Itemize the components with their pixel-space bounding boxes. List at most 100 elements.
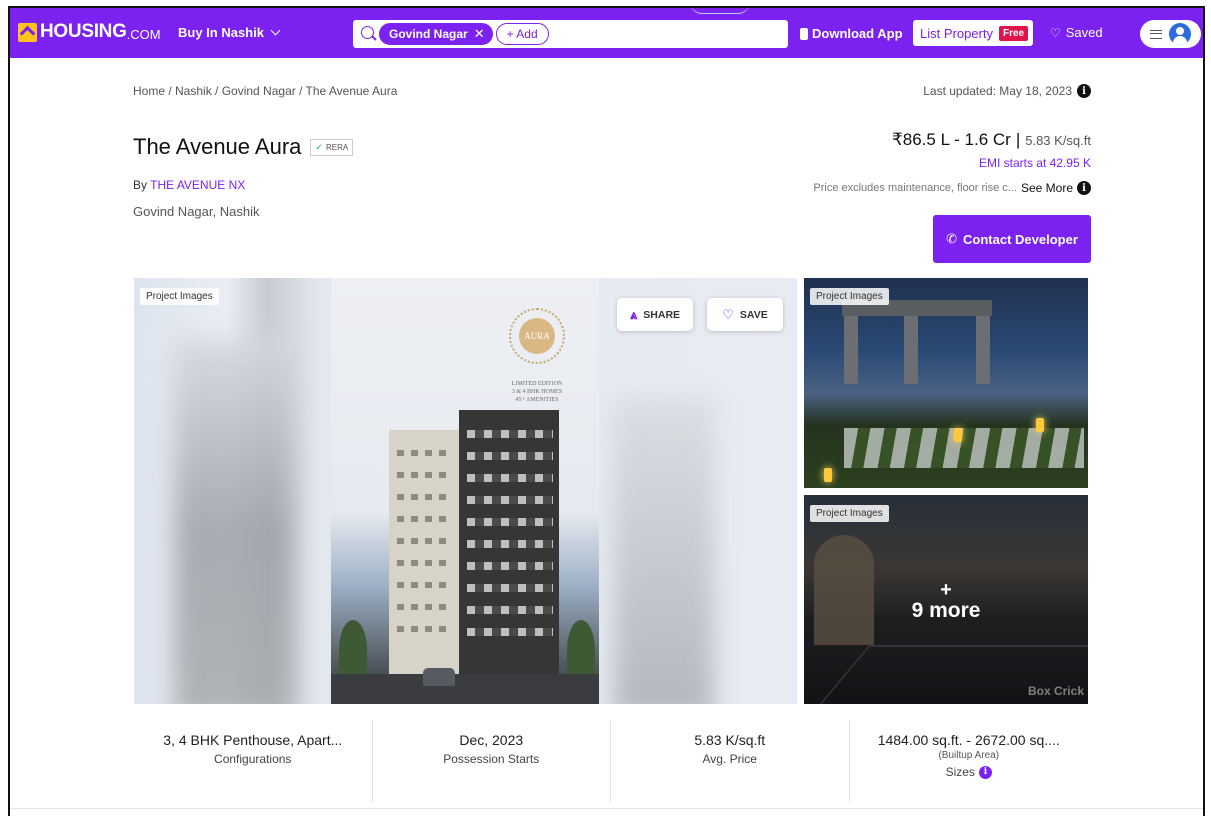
poster-line: LIMITED EDITION <box>511 381 563 387</box>
share-button[interactable]: ⩓ SHARE <box>617 298 693 331</box>
info-icon[interactable]: i <box>1077 84 1091 98</box>
heart-icon: ♡ <box>722 306 734 322</box>
aura-emblem-text: AURA <box>519 318 555 354</box>
blurred-background <box>174 338 294 704</box>
tree <box>339 620 367 680</box>
stat-label: Avg. Price <box>702 752 757 766</box>
lamp <box>954 428 962 442</box>
stat-sizes: 1484.00 sq.ft. - 2672.00 sq.... (Builtup… <box>850 720 1089 802</box>
last-updated-text: Last updated: May 18, 2023 <box>923 84 1072 98</box>
download-app-label: Download App <box>812 26 903 41</box>
image-watermark: Box Crick <box>1027 684 1084 698</box>
project-poster-image: AURA LIMITED EDITION 3 & 4 BHK HOMES 45+… <box>331 278 599 704</box>
pillar <box>904 316 918 384</box>
menu-icon <box>1150 29 1162 39</box>
rera-label: RERA <box>325 142 349 152</box>
top-navbar: HOUSING .COM Buy In Nashik Govind Nagar … <box>10 8 1203 58</box>
stat-label-row: Sizes i <box>850 765 1089 779</box>
price-separator: | <box>1015 130 1021 149</box>
aura-emblem: AURA <box>509 308 565 364</box>
by-prefix: By <box>133 178 148 192</box>
chevron-down-icon <box>270 25 281 36</box>
price-excludes-text: Price excludes maintenance, floor rise c… <box>813 182 1017 194</box>
project-title: The Avenue Aura <box>133 134 302 159</box>
info-icon[interactable]: i <box>1077 181 1091 195</box>
logo-text: HOUSING <box>40 21 127 42</box>
poster-line: 3 & 4 BHK HOMES <box>511 389 563 396</box>
developer-link[interactable]: THE AVENUE NX <box>150 178 245 192</box>
lamp <box>1036 418 1044 432</box>
blurred-background <box>614 398 714 704</box>
download-app-link[interactable]: Download App <box>800 26 903 41</box>
see-more-link[interactable]: See More <box>1021 181 1073 195</box>
locality-chip-label: Govind Nagar <box>389 27 468 41</box>
emi-link[interactable]: EMI starts at 42.95 K <box>979 156 1091 170</box>
rera-badge[interactable]: ✓ RERA <box>310 138 354 156</box>
save-label: SAVE <box>739 308 768 321</box>
stat-configurations: 3, 4 BHK Penthouse, Apart... Configurati… <box>134 720 373 802</box>
project-title-row: The Avenue Aura ✓ RERA <box>133 134 354 160</box>
city-label: Buy In Nashik <box>178 25 264 40</box>
list-property-button[interactable]: List Property Free <box>913 20 1034 46</box>
check-icon: ✓ <box>315 141 323 152</box>
last-updated: Last updated: May 18, 2023 i <box>923 84 1091 98</box>
heart-icon: ♡ <box>1050 25 1061 40</box>
saved-label: Saved <box>1065 25 1103 40</box>
stat-value: Dec, 2023 <box>459 732 524 748</box>
divider <box>10 808 1203 809</box>
pillar <box>976 316 990 384</box>
project-images-tag: Project Images <box>140 288 219 305</box>
stat-avg-price: 5.83 K/sq.ft Avg. Price <box>611 720 850 802</box>
project-images-tag: Project Images <box>810 505 889 522</box>
developer-byline: By THE AVENUE NX <box>133 178 245 192</box>
house-logo-icon <box>18 22 37 42</box>
user-avatar-icon <box>1169 23 1191 45</box>
garden-steps <box>844 428 1084 468</box>
project-stats: 3, 4 BHK Penthouse, Apart... Configurati… <box>134 720 1088 802</box>
contact-developer-button[interactable]: ✆ Contact Developer <box>933 215 1091 263</box>
project-locality: Govind Nagar, Nashik <box>133 204 260 219</box>
city-selector[interactable]: Buy In Nashik <box>178 25 281 40</box>
more-images-thumbnail[interactable]: Project Images + 9 more Box Crick <box>804 495 1088 704</box>
list-property-label: List Property <box>920 25 993 41</box>
contact-developer-label: Contact Developer <box>963 231 1078 247</box>
search-icon <box>361 26 377 42</box>
stat-label: Configurations <box>214 752 292 766</box>
poster-tagline: LIMITED EDITION 3 & 4 BHK HOMES 45+ AMEN… <box>491 380 583 404</box>
phone-call-icon: ✆ <box>946 231 958 246</box>
price-per-sqft: 5.83 K/sq.ft <box>1025 133 1091 148</box>
main-gallery-image[interactable]: AURA LIMITED EDITION 3 & 4 BHK HOMES 45+… <box>134 278 797 704</box>
gallery-thumbnail[interactable]: Project Images <box>804 278 1088 488</box>
stat-value: 5.83 K/sq.ft <box>694 732 766 748</box>
search-bar[interactable]: Govind Nagar ✕ + Add <box>353 20 788 48</box>
info-icon[interactable]: i <box>978 765 992 779</box>
project-images-tag: Project Images <box>810 288 889 305</box>
share-icon: ⩓ <box>629 306 638 322</box>
phone-icon <box>800 27 808 40</box>
stat-value: 3, 4 BHK Penthouse, Apart... <box>163 732 343 748</box>
street <box>331 674 599 704</box>
free-badge: Free <box>998 25 1029 41</box>
account-menu-button[interactable] <box>1140 20 1201 48</box>
tree <box>567 620 595 680</box>
housing-logo[interactable]: HOUSING .COM <box>18 21 161 43</box>
stat-possession: Dec, 2023 Possession Starts <box>373 720 611 802</box>
saved-link[interactable]: ♡ Saved <box>1050 25 1103 40</box>
lamp <box>824 468 832 482</box>
logo-suffix: .COM <box>126 26 161 42</box>
share-label: SHARE <box>643 308 681 321</box>
price-range-row: ₹86.5 L - 1.6 Cr | 5.83 K/sq.ft <box>892 130 1091 150</box>
price-range: ₹86.5 L - 1.6 Cr <box>891 130 1011 149</box>
decorative-arc <box>690 8 750 14</box>
breadcrumb[interactable]: Home / Nashik / Govind Nagar / The Avenu… <box>133 84 397 98</box>
stat-value: 1484.00 sq.ft. - 2672.00 sq.... <box>877 732 1060 748</box>
save-button[interactable]: ♡ SAVE <box>707 298 783 331</box>
price-note: Price excludes maintenance, floor rise c… <box>813 181 1091 195</box>
locality-chip[interactable]: Govind Nagar ✕ <box>379 23 493 45</box>
close-icon[interactable]: ✕ <box>474 26 485 42</box>
add-locality-button[interactable]: + Add <box>495 23 549 45</box>
stat-label: Possession Starts <box>443 752 540 766</box>
more-images-count: 9 more <box>911 599 981 622</box>
car <box>423 668 455 686</box>
stat-sub-label: (Builtup Area) <box>938 750 1000 761</box>
